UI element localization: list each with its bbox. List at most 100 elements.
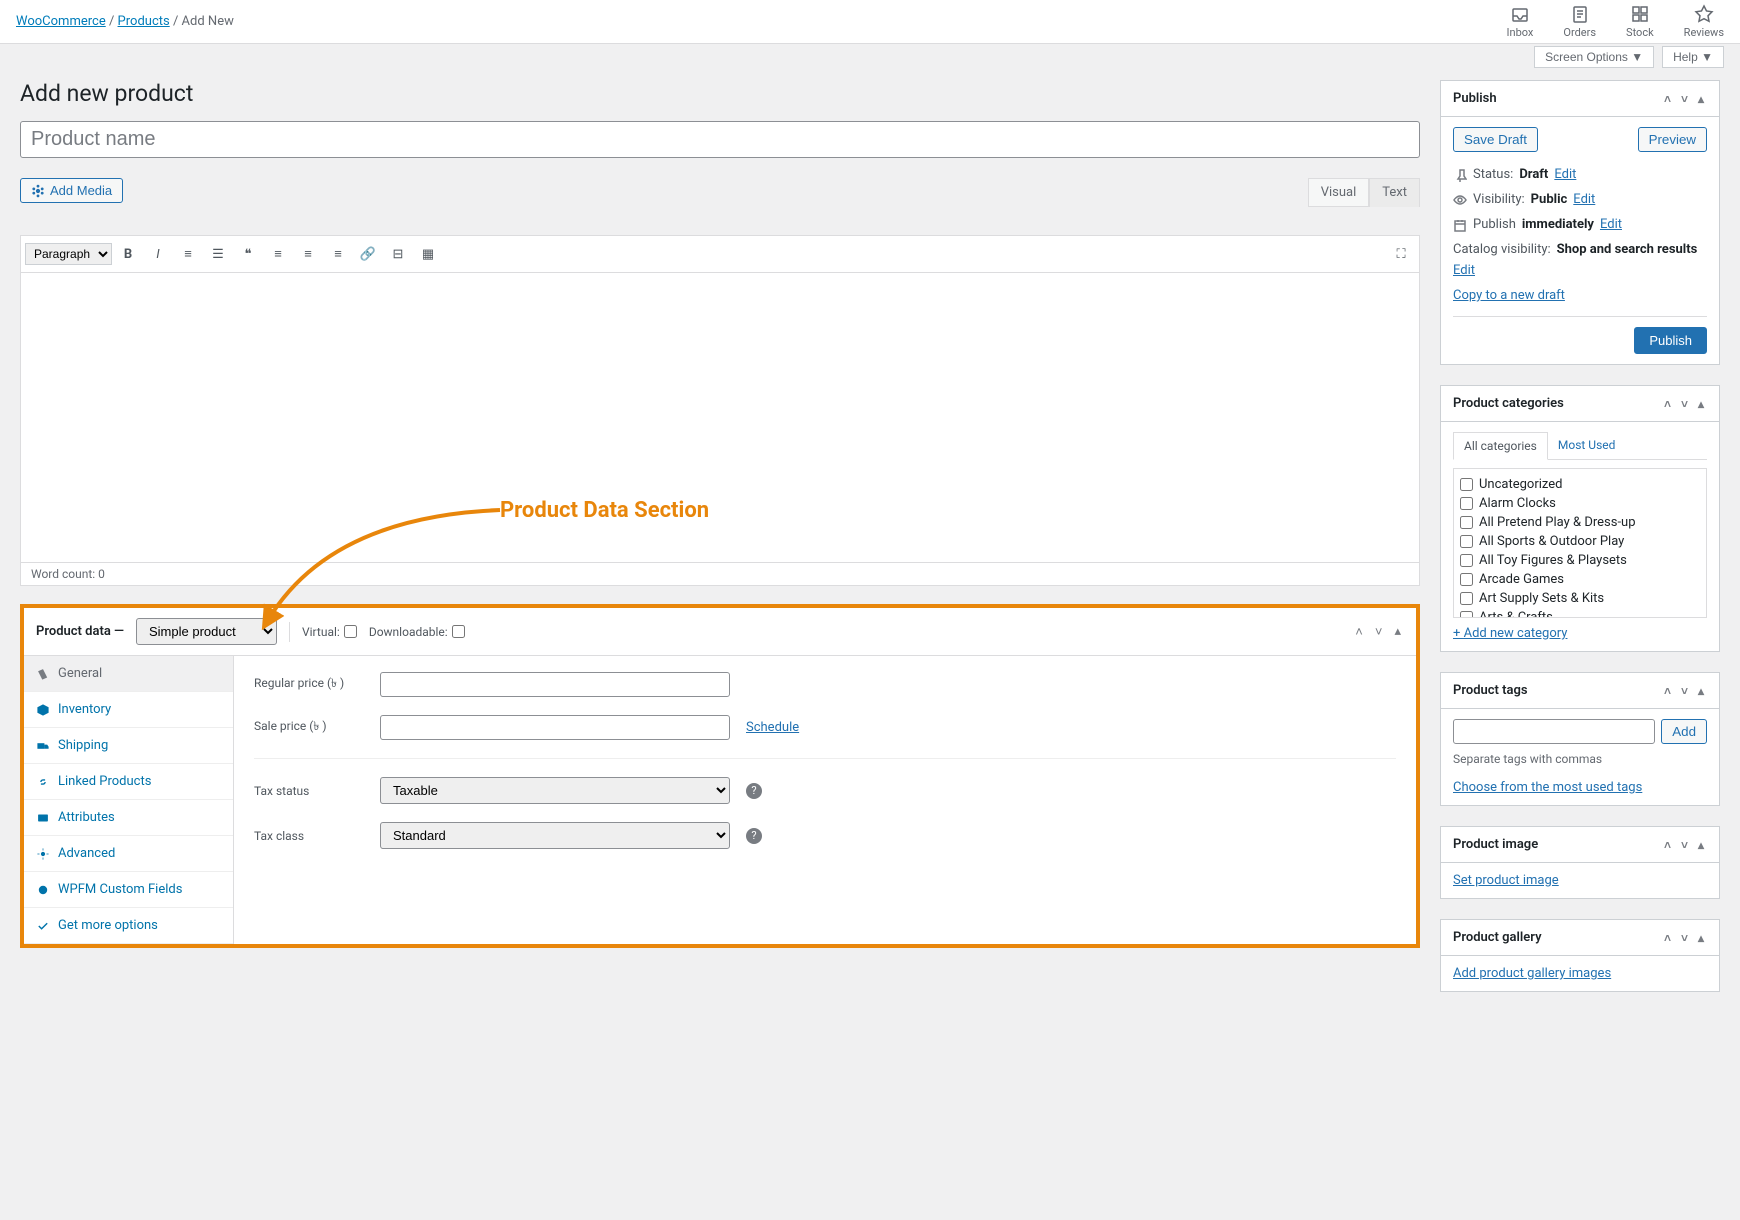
align-right-button[interactable]: ≡ — [324, 240, 352, 268]
copy-draft-link[interactable]: Copy to a new draft — [1453, 288, 1565, 303]
product-tab-general[interactable]: General — [24, 656, 233, 692]
box-down-icon[interactable]: ˅ — [1678, 684, 1691, 698]
status-value: Draft — [1519, 167, 1548, 182]
panel-down-icon[interactable]: ˅ — [1372, 624, 1386, 640]
box-toggle-icon[interactable]: ▴ — [1695, 684, 1707, 698]
product-tab-more[interactable]: Get more options — [24, 908, 233, 944]
paragraph-select[interactable]: Paragraph — [25, 243, 112, 265]
reviews-button[interactable]: Reviews — [1684, 4, 1724, 39]
publish-on-label: Publish — [1473, 217, 1516, 232]
add-gallery-images-link[interactable]: Add product gallery images — [1453, 966, 1611, 981]
box-toggle-icon[interactable]: ▴ — [1695, 397, 1707, 411]
inbox-label: Inbox — [1507, 26, 1534, 39]
product-tab-shipping[interactable]: Shipping — [24, 728, 233, 764]
help-icon[interactable]: ? — [746, 828, 762, 844]
category-checkbox[interactable] — [1460, 611, 1473, 618]
box-up-icon[interactable]: ˄ — [1661, 92, 1674, 106]
add-media-button[interactable]: Add Media — [20, 178, 123, 203]
set-product-image-link[interactable]: Set product image — [1453, 873, 1559, 888]
preview-button[interactable]: Preview — [1638, 127, 1707, 152]
help-button[interactable]: Help ▼ — [1662, 46, 1724, 68]
panel-toggle-icon[interactable]: ▴ — [1391, 624, 1404, 640]
category-checkbox[interactable] — [1460, 554, 1473, 567]
add-new-category-link[interactable]: + Add new category — [1453, 626, 1567, 641]
align-center-button[interactable]: ≡ — [294, 240, 322, 268]
fullscreen-button[interactable]: ⛶ — [1387, 240, 1415, 268]
virtual-checkbox[interactable] — [344, 625, 357, 638]
link-button[interactable]: 🔗 — [354, 240, 382, 268]
edit-visibility-link[interactable]: Edit — [1573, 192, 1595, 207]
italic-button[interactable]: I — [144, 240, 172, 268]
product-tab-attributes[interactable]: Attributes — [24, 800, 233, 836]
product-type-select[interactable]: Simple product — [136, 618, 277, 645]
bold-button[interactable]: B — [114, 240, 142, 268]
add-tag-button[interactable]: Add — [1661, 719, 1707, 744]
help-icon[interactable]: ? — [746, 783, 762, 799]
publish-button[interactable]: Publish — [1634, 327, 1707, 354]
box-down-icon[interactable]: ˅ — [1678, 397, 1691, 411]
stock-button[interactable]: Stock — [1626, 4, 1654, 39]
tags-hint: Separate tags with commas — [1453, 752, 1707, 766]
tax-status-label: Tax status — [254, 784, 364, 798]
category-checkbox[interactable] — [1460, 592, 1473, 605]
category-checkbox[interactable] — [1460, 478, 1473, 491]
box-up-icon[interactable]: ˄ — [1661, 397, 1674, 411]
tab-text[interactable]: Text — [1369, 178, 1420, 207]
breadcrumb-current: Add New — [182, 14, 234, 29]
product-tab-wpfm[interactable]: WPFM Custom Fields — [24, 872, 233, 908]
sale-price-input[interactable] — [380, 715, 730, 740]
choose-tags-link[interactable]: Choose from the most used tags — [1453, 780, 1642, 795]
tax-status-select[interactable]: Taxable — [380, 777, 730, 804]
category-item-label: Alarm Clocks — [1479, 496, 1556, 511]
orders-button[interactable]: Orders — [1563, 4, 1596, 39]
edit-publish-link[interactable]: Edit — [1600, 217, 1622, 232]
tab-most-used[interactable]: Most Used — [1548, 432, 1626, 459]
catalog-visibility-label: Catalog visibility: — [1453, 242, 1551, 257]
box-down-icon[interactable]: ˅ — [1678, 92, 1691, 106]
readmore-button[interactable]: ⊟ — [384, 240, 412, 268]
toolbar-toggle-button[interactable]: ▦ — [414, 240, 442, 268]
editor-content[interactable] — [20, 273, 1420, 563]
downloadable-checkbox-label: Downloadable: — [369, 625, 465, 639]
schedule-link[interactable]: Schedule — [746, 720, 799, 735]
box-down-icon[interactable]: ˅ — [1678, 931, 1691, 945]
box-up-icon[interactable]: ˄ — [1661, 931, 1674, 945]
categories-title: Product categories — [1453, 396, 1564, 411]
tab-all-categories[interactable]: All categories — [1453, 432, 1548, 460]
tag-input[interactable] — [1453, 719, 1655, 744]
product-name-input[interactable] — [20, 121, 1420, 158]
category-checkbox[interactable] — [1460, 516, 1473, 529]
category-list[interactable]: Uncategorized Alarm Clocks All Pretend P… — [1453, 468, 1707, 618]
tab-visual[interactable]: Visual — [1308, 178, 1370, 207]
inbox-button[interactable]: Inbox — [1507, 4, 1534, 39]
breadcrumb-products[interactable]: Products — [118, 14, 170, 29]
box-up-icon[interactable]: ˄ — [1661, 684, 1674, 698]
product-tab-linked[interactable]: Linked Products — [24, 764, 233, 800]
edit-catalog-link[interactable]: Edit — [1453, 263, 1475, 278]
downloadable-checkbox[interactable] — [452, 625, 465, 638]
box-toggle-icon[interactable]: ▴ — [1695, 92, 1707, 106]
save-draft-button[interactable]: Save Draft — [1453, 127, 1538, 152]
tax-class-select[interactable]: Standard — [380, 822, 730, 849]
product-tab-inventory[interactable]: Inventory — [24, 692, 233, 728]
publish-title: Publish — [1453, 91, 1497, 106]
category-checkbox[interactable] — [1460, 497, 1473, 510]
breadcrumb: WooCommerce / Products / Add New — [16, 14, 234, 29]
panel-up-icon[interactable]: ˄ — [1352, 624, 1366, 640]
numbered-list-button[interactable]: ☰ — [204, 240, 232, 268]
category-checkbox[interactable] — [1460, 535, 1473, 548]
align-left-button[interactable]: ≡ — [264, 240, 292, 268]
box-toggle-icon[interactable]: ▴ — [1695, 931, 1707, 945]
breadcrumb-woocommerce[interactable]: WooCommerce — [16, 14, 106, 29]
bullet-list-button[interactable]: ≡ — [174, 240, 202, 268]
edit-status-link[interactable]: Edit — [1554, 167, 1576, 182]
screen-options-button[interactable]: Screen Options ▼ — [1534, 46, 1654, 68]
regular-price-input[interactable] — [380, 672, 730, 697]
product-tab-advanced[interactable]: Advanced — [24, 836, 233, 872]
orders-icon — [1570, 4, 1590, 24]
box-up-icon[interactable]: ˄ — [1661, 838, 1674, 852]
box-down-icon[interactable]: ˅ — [1678, 838, 1691, 852]
category-checkbox[interactable] — [1460, 573, 1473, 586]
blockquote-button[interactable]: ❝ — [234, 240, 262, 268]
box-toggle-icon[interactable]: ▴ — [1695, 838, 1707, 852]
